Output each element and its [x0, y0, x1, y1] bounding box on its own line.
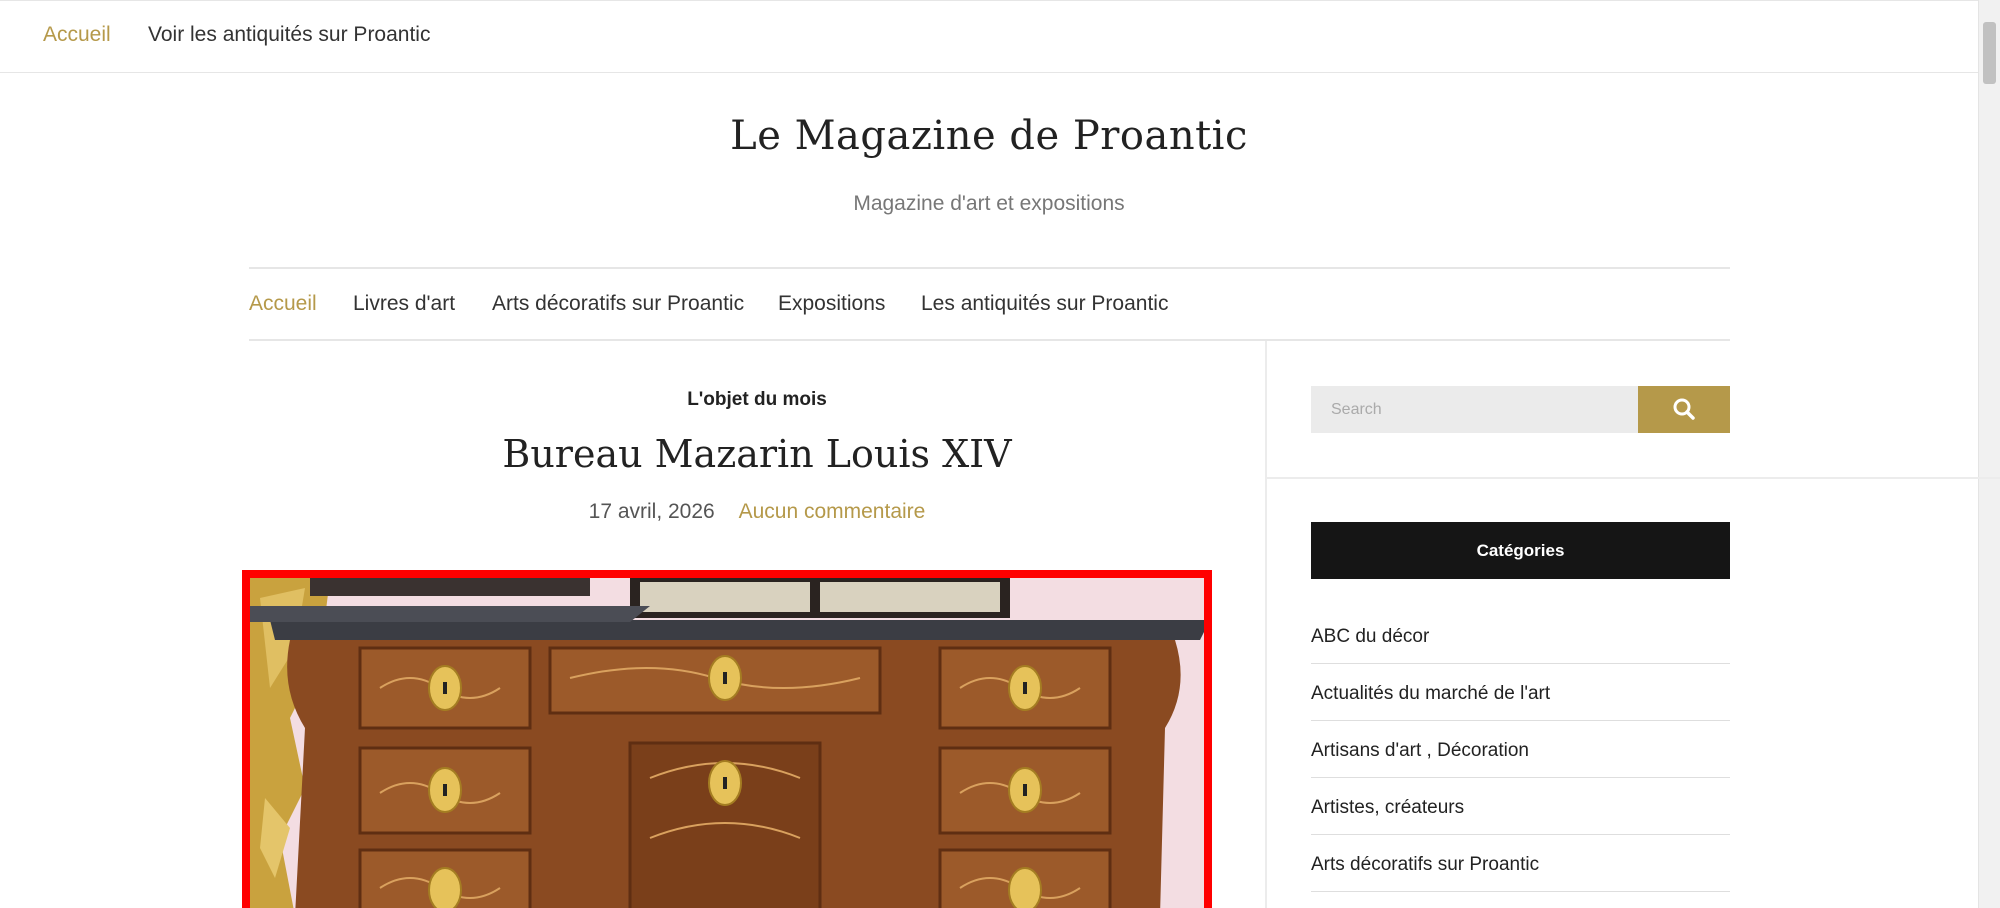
featured-image[interactable] [242, 570, 1212, 908]
site-title[interactable]: Le Magazine de Proantic [0, 113, 1978, 159]
post-meta: 17 avril, 2026 Aucun commentaire [249, 500, 1265, 524]
scrollbar[interactable] [1978, 0, 2000, 908]
top-bar: Accueil Voir les antiquités sur Proantic [0, 0, 1978, 73]
categories-list: ABC du décor Actualités du marché de l'a… [1311, 607, 1730, 892]
category-link[interactable]: Arts décoratifs sur Proantic [1311, 835, 1730, 892]
content-sidebar-divider [1265, 341, 1267, 908]
scrollbar-thumb[interactable] [1983, 22, 1996, 84]
post-date: 17 avril, 2026 [588, 500, 715, 523]
categories-widget-title: Catégories [1311, 522, 1730, 579]
search-icon [1673, 398, 1695, 420]
nav-item-antiquites[interactable]: Les antiquités sur Proantic [921, 292, 1168, 316]
nav-item-arts-decoratifs[interactable]: Arts décoratifs sur Proantic [492, 292, 744, 316]
sidebar-separator [1267, 477, 2000, 479]
category-link[interactable]: Actualités du marché de l'art [1311, 664, 1730, 721]
category-link[interactable]: Artisans d'art , Décoration [1311, 721, 1730, 778]
site-tagline: Magazine d'art et expositions [853, 192, 1125, 215]
post-category[interactable]: L'objet du mois [249, 389, 1265, 411]
post-title[interactable]: Bureau Mazarin Louis XIV [249, 432, 1265, 476]
nav-item-accueil[interactable]: Accueil [249, 292, 317, 316]
search-button[interactable] [1638, 386, 1730, 433]
category-link[interactable]: ABC du décor [1311, 607, 1730, 664]
bureau-mazarin-image [250, 578, 1204, 908]
post-comments-link[interactable]: Aucun commentaire [739, 500, 926, 523]
nav-item-expositions[interactable]: Expositions [778, 292, 885, 316]
topbar-link-voir-antiquites[interactable]: Voir les antiquités sur Proantic [148, 23, 430, 47]
category-link[interactable]: Artistes, créateurs [1311, 778, 1730, 835]
topbar-link-accueil[interactable]: Accueil [43, 23, 111, 47]
main-navigation: Accueil Livres d'art Arts décoratifs sur… [249, 267, 1730, 341]
search-input[interactable] [1311, 386, 1638, 433]
nav-item-livres-dart[interactable]: Livres d'art [353, 292, 455, 316]
